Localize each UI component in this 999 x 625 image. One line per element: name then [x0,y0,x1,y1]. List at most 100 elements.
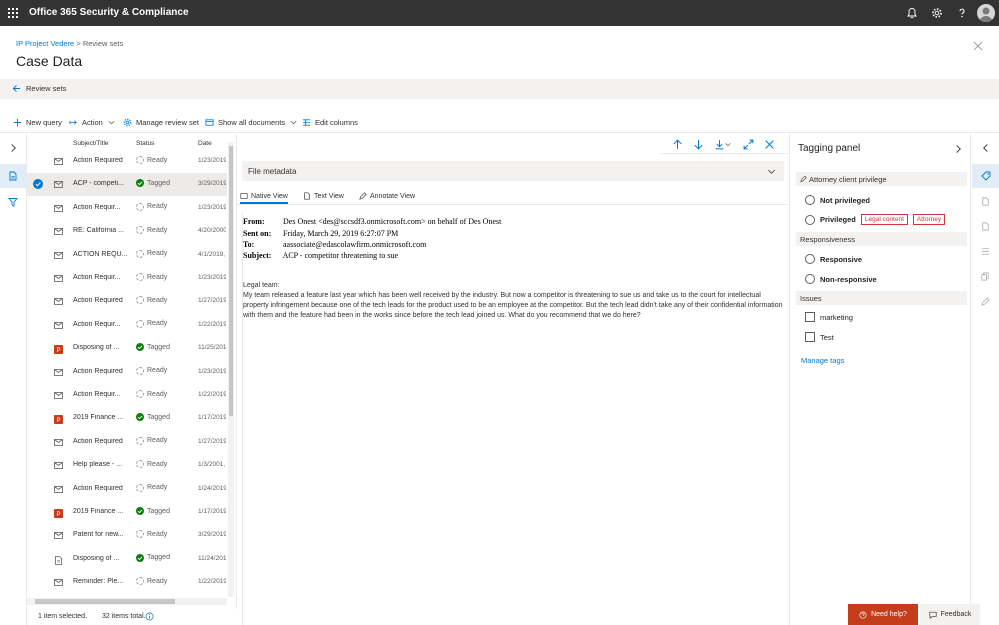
table-row[interactable]: Action Requir... Ready 1/22/2019 [27,314,227,337]
table-row[interactable]: ACP - competi... Tagged 3/29/2019 [27,173,227,197]
avatar[interactable] [977,4,995,22]
option-test[interactable]: Test [805,332,834,342]
table-row[interactable]: Action Requir... Ready 1/22/2019 [27,384,227,407]
row-checkbox[interactable] [33,226,43,236]
row-checkbox[interactable] [33,203,43,213]
table-row[interactable]: P 2019 Finance ... Tagged 1/17/2019 [27,501,227,524]
radio-button[interactable] [805,214,815,225]
checkbox[interactable] [805,312,815,322]
gear-icon[interactable] [931,7,943,19]
new-query-button[interactable]: New query [13,118,62,127]
mail-icon [54,251,63,259]
row-checkbox[interactable] [33,437,43,447]
row-checkbox[interactable] [33,530,43,540]
row-checkbox[interactable] [33,343,43,353]
row-checkbox[interactable] [33,273,43,283]
radio-button[interactable] [805,254,815,264]
back-to-review-sets-link[interactable]: Review sets [12,84,66,93]
row-checkbox[interactable] [33,413,43,423]
table-row[interactable]: Action Required Ready 1/27/2019 [27,431,227,454]
option-non-responsive[interactable]: Non-responsive [805,274,877,284]
edit-icon[interactable] [981,297,990,306]
close-icon[interactable] [764,139,775,150]
option-marketing[interactable]: marketing [805,312,853,322]
horizontal-scrollbar[interactable] [27,598,227,605]
app-title[interactable]: Office 365 Security & Compliance [29,7,189,18]
edit-columns-button[interactable]: Edit columns [302,118,358,127]
help-icon[interactable] [956,7,968,19]
tab-native-view[interactable]: Native View [240,192,288,204]
table-row[interactable]: Action Requir... Ready 1/23/2019 [27,197,227,220]
feedback-button[interactable]: Feedback [920,604,980,625]
chevron-down-icon[interactable] [724,139,732,150]
row-checkbox[interactable] [33,320,43,330]
table-row[interactable]: RE: California ... Ready 4/20/2000 [27,220,227,243]
show-all-documents-button[interactable]: Show all documents [205,118,298,127]
manage-tags-link[interactable]: Manage tags [801,356,844,365]
table-row[interactable]: ACTION REQU... Ready 4/1/2019, [27,244,227,267]
row-checkbox[interactable] [33,156,43,166]
breadcrumb-parent[interactable]: IP Project Vedere [16,39,74,48]
column-header-date[interactable]: Date [198,140,212,147]
arrow-down-icon[interactable] [693,139,704,150]
legal-content-tag[interactable]: Legal content [860,214,908,225]
table-row[interactable]: Action Required Ready 1/23/2019 [27,150,227,173]
info-icon[interactable] [145,612,154,621]
filter-icon[interactable] [8,197,18,207]
document-icon[interactable] [981,197,990,206]
row-checkbox[interactable] [33,577,43,587]
arrow-up-icon[interactable] [672,139,683,150]
checkbox[interactable] [805,332,815,342]
app-launcher-icon[interactable] [8,8,18,18]
option-not-privileged[interactable]: Not privileged [805,195,870,205]
row-checkbox[interactable] [33,367,43,377]
need-help-button[interactable]: Need help? [848,604,918,625]
option-privileged[interactable]: Privileged Legal content Attorney [805,214,946,225]
table-row[interactable]: Action Requir... Ready 1/23/2019 [27,267,227,290]
documents-rail-item[interactable] [0,164,27,188]
table-row[interactable]: Reminder: Ple... Ready 1/22/2019 [27,571,227,594]
row-checkbox[interactable] [33,460,43,470]
row-checkbox[interactable] [33,554,43,564]
row-checkbox[interactable] [33,484,43,494]
table-row[interactable]: Help please - ... Ready 1/3/2001, [27,454,227,477]
table-row[interactable]: P Disposing of ... Tagged 11/25/201 [27,337,227,360]
expand-icon[interactable] [743,139,754,150]
row-status: Ready [136,530,168,539]
chevron-right-icon[interactable] [954,144,963,154]
table-row[interactable]: Action Required Ready 1/24/2019 [27,478,227,501]
chevron-right-icon[interactable] [9,143,18,153]
table-row[interactable]: Disposing of ... Tagged 11/24/201 [27,548,227,571]
tab-annotate-view[interactable]: Annotate View [359,192,415,200]
action-button[interactable]: Action [69,118,116,127]
close-icon[interactable] [972,40,984,52]
manage-review-set-button[interactable]: Manage review set [123,118,199,127]
tab-text-view[interactable]: Text View [303,192,344,200]
tagging-rail-item[interactable] [972,164,999,188]
column-header-subject[interactable]: Subject/Title [73,140,109,147]
vertical-scrollbar[interactable] [228,142,234,597]
table-row[interactable]: P 2019 Finance ... Tagged 1/17/2019 [27,407,227,430]
row-checkbox[interactable] [33,390,43,400]
table-row[interactable]: Patent for new... Ready 3/29/2019 [27,524,227,547]
action-label: Action [82,118,103,127]
chevron-left-icon[interactable] [981,143,990,153]
attorney-tag[interactable]: Attorney [912,214,946,225]
copy-icon[interactable] [981,272,990,281]
radio-button[interactable] [805,274,815,284]
radio-button[interactable] [805,195,815,205]
list-icon[interactable] [981,247,990,256]
document-icon[interactable] [981,222,990,231]
column-header-status[interactable]: Status [136,140,154,147]
row-checkbox[interactable] [33,250,43,260]
table-row[interactable]: Action Required Ready 1/23/2019 [27,361,227,384]
row-checkbox[interactable] [33,296,43,306]
row-checkbox[interactable] [33,179,43,190]
row-checkbox[interactable] [33,507,43,517]
file-metadata-expander[interactable]: File metadata [242,161,784,181]
option-responsive[interactable]: Responsive [805,254,862,264]
bell-icon[interactable] [906,7,918,19]
subject-value: ACP - competitor threatening to sue [282,251,399,260]
row-status-label: Ready [147,530,168,538]
table-row[interactable]: Action Required Ready 1/27/2019 [27,290,227,313]
